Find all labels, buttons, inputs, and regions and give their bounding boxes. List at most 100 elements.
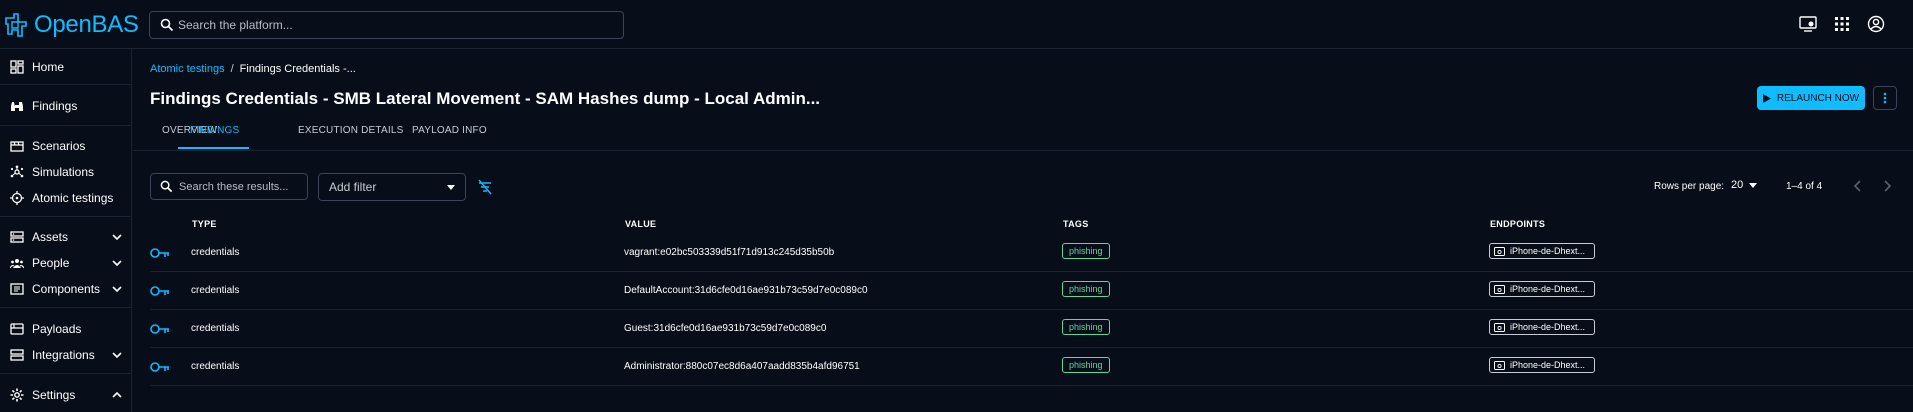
sidebar-item-label: Integrations [32,348,95,362]
table-row[interactable]: credentials Guest:31d6cfe0d16ae931b73c59… [150,310,1913,348]
tabs-divider [133,150,1913,151]
sidebar-item-atomic-testings[interactable]: Atomic testings [0,186,131,210]
relaunch-now-label: RELAUNCH NOW [1776,92,1860,104]
chevron-up-icon [112,391,122,398]
app-name: OpenBAS [34,11,139,38]
more-actions-button[interactable] [1873,86,1897,110]
search-icon [160,18,174,32]
tag-chip[interactable]: phishing [1062,243,1110,259]
breadcrumb-separator: / [230,63,234,75]
chevron-down-icon [112,260,122,267]
finding-value: Administrator:880c07ec8d6a407aadd835b4af… [624,361,860,372]
movie-icon [10,141,24,152]
tab-execution-details[interactable]: EXECUTION DETAILS [298,123,403,149]
dashboard-icon [10,60,24,74]
sidebar-item-integrations[interactable]: Integrations [0,343,131,367]
account-icon[interactable] [1867,15,1885,33]
global-search-input[interactable]: Search the platform... [149,11,624,39]
endpoint-label: iPhone-de-Dhext... [1510,246,1586,256]
chevron-down-icon [112,286,122,293]
column-header-endpoints[interactable]: ENDPOINTS [1490,219,1545,229]
sidebar-item-label: Home [32,60,65,74]
settings-icon [10,388,24,402]
sidebar-item-label: Assets [32,230,69,244]
column-header-value[interactable]: VALUE [625,219,656,229]
endpoint-chip[interactable]: iPhone-de-Dhext... [1489,357,1595,373]
sidebar-item-settings[interactable]: Settings [0,383,131,407]
breadcrumb-link-atomic-testings[interactable]: Atomic testings [150,63,225,75]
relaunch-now-button[interactable]: RELAUNCH NOW [1757,86,1865,110]
add-filter-select[interactable]: Add filter [318,173,466,201]
integrations-icon [10,349,24,361]
endpoint-chip[interactable]: iPhone-de-Dhext... [1489,243,1595,259]
sidebar-item-label: Scenarios [32,139,86,153]
finding-value: DefaultAccount:31d6cfe0d16ae931b73c59d7e… [624,285,868,296]
key-icon [150,324,169,334]
sidebar-item-label: Settings [32,388,76,402]
sidebar-item-assets[interactable]: Assets [0,225,131,249]
caret-down-icon [447,185,455,190]
binoculars-icon [11,102,23,111]
table-row[interactable]: credentials DefaultAccount:31d6cfe0d16ae… [150,272,1913,310]
sidebar-item-people[interactable]: People [0,251,131,275]
play-icon [1762,93,1771,103]
chevron-right-icon[interactable] [1880,179,1894,193]
endpoint-label: iPhone-de-Dhext... [1510,284,1586,294]
pagination-range: 1–4 of 4 [1786,181,1823,192]
sidebar-divider [0,216,131,217]
tab-payload-info[interactable]: PAYLOAD INFO [412,123,487,149]
groups-icon [10,259,24,269]
table-row[interactable]: credentials vagrant:e02bc503339d51f71d91… [150,234,1913,272]
endpoint-label: iPhone-de-Dhext... [1510,322,1586,332]
components-icon [10,283,24,295]
tag-chip[interactable]: phishing [1062,281,1110,297]
tab-findings[interactable]: FINDINGS [178,123,250,149]
sidebar-item-findings[interactable]: Findings [0,94,131,118]
column-header-type[interactable]: TYPE [192,219,217,229]
sidebar-item-label: Simulations [32,165,95,179]
sidebar-item-payloads[interactable]: Payloads [0,317,131,341]
sidebar-item-label: Atomic testings [32,191,114,205]
sidebar-item-components[interactable]: Components [0,277,131,301]
key-icon [150,248,169,258]
endpoint-chip[interactable]: iPhone-de-Dhext... [1489,319,1595,335]
breadcrumb-current: Findings Credentials -... [239,63,356,75]
top-bar: OpenBAS Search the platform... [0,0,1913,49]
column-header-tags[interactable]: TAGS [1063,219,1089,229]
rows-per-page-select[interactable]: 20 [1731,179,1758,191]
rows-per-page-label: Rows per page: [1654,181,1725,192]
table-row[interactable]: credentials Administrator:880c07ec8d6a40… [150,348,1913,386]
results-search-input[interactable]: Search these results... [150,173,308,200]
finding-type: credentials [191,323,240,334]
device-icon [1494,323,1505,332]
endpoint-chip[interactable]: iPhone-de-Dhext... [1489,281,1595,297]
sidebar-item-scenarios[interactable]: Scenarios [0,134,131,158]
app-logo[interactable]: OpenBAS [4,10,139,40]
openbas-logo-icon [5,13,27,37]
screen-icon[interactable] [1799,15,1817,33]
sidebar-item-home[interactable]: Home [0,55,131,79]
sidebar-item-simulations[interactable]: Simulations [0,160,131,184]
finding-type: credentials [191,247,240,258]
tag-chip[interactable]: phishing [1062,357,1110,373]
more-vert-icon [1883,92,1887,104]
tag-chip[interactable]: phishing [1062,319,1110,335]
device-icon [1494,247,1505,256]
sidebar-divider [0,84,131,85]
main-content: Atomic testings / Findings Credentials -… [133,49,1913,412]
device-icon [1494,285,1505,294]
sidebar-divider [0,307,131,308]
sidebar-divider [0,373,131,374]
breadcrumb: Atomic testings / Findings Credentials -… [150,63,356,75]
finding-type: credentials [191,285,240,296]
global-search-placeholder: Search the platform... [178,18,293,32]
target-icon [10,191,24,205]
finding-value: vagrant:e02bc503339d51f71d913c245d35b50b [624,247,835,258]
filter-clear-icon[interactable] [477,179,493,195]
sidebar-item-label: Payloads [32,322,82,336]
chevron-left-icon[interactable] [1851,179,1865,193]
chevron-down-icon [112,234,122,241]
finding-value: Guest:31d6cfe0d16ae931b73c59d7e0c089c0 [624,323,827,334]
apps-grid-icon[interactable] [1833,15,1851,33]
key-icon [150,286,169,296]
